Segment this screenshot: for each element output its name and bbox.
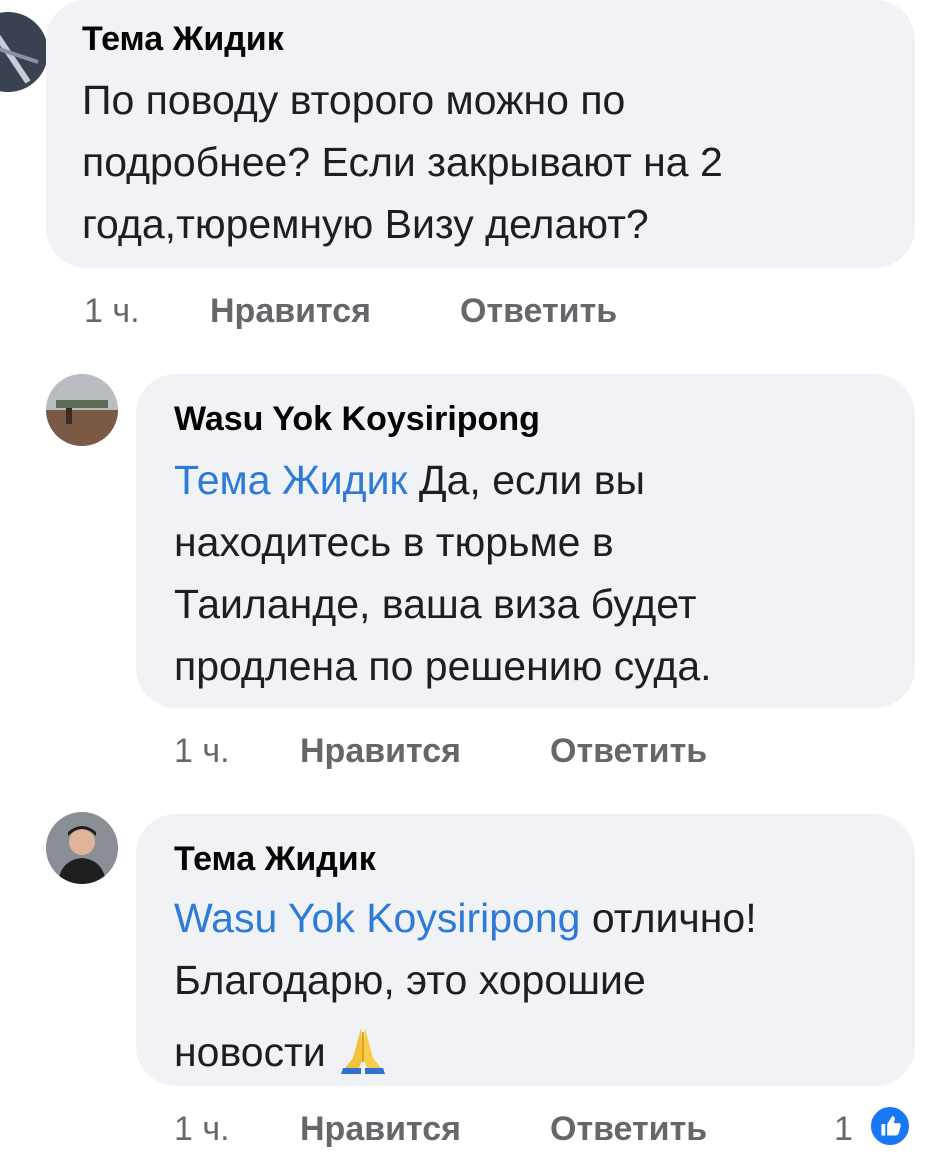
reply-button[interactable]: Ответить — [460, 292, 617, 331]
comment-text-line: Тема Жидик Да, если вы — [174, 460, 645, 501]
reaction-count[interactable]: 1 — [834, 1110, 853, 1149]
comment-text: отлично! — [580, 895, 757, 941]
avatar-photo-icon — [46, 374, 118, 446]
like-button[interactable]: Нравится — [300, 732, 461, 771]
comment-text-line: подробнее? Если закрывают на 2 — [82, 139, 723, 185]
comment-author[interactable]: Тема Жидик — [174, 840, 376, 879]
comment-text-line: новости — [174, 1022, 389, 1074]
comment-text-line: Таиланде, ваша виза будет — [174, 581, 697, 627]
folded-hands-emoji — [337, 1022, 389, 1074]
comment-time[interactable]: 1 ч. — [174, 1110, 230, 1149]
comment-text: новости — [174, 1029, 338, 1075]
avatar[interactable] — [46, 812, 118, 884]
comment-text-line: По поводу второго можно по — [82, 77, 626, 123]
avatar-photo-icon — [0, 12, 48, 92]
comment-text-line: продлена по решению суда. — [174, 643, 712, 689]
reply-button[interactable]: Ответить — [550, 732, 707, 771]
reply-button[interactable]: Ответить — [550, 1110, 707, 1149]
like-button[interactable]: Нравится — [300, 1110, 461, 1149]
comment-text-line: Wasu Yok Koysiripong отлично! — [174, 898, 757, 939]
comment-text: Да, если вы — [407, 457, 645, 503]
comment-time[interactable]: 1 ч. — [174, 732, 230, 771]
avatar[interactable] — [0, 12, 48, 92]
avatar[interactable] — [46, 374, 118, 446]
comment-author[interactable]: Wasu Yok Koysiripong — [174, 400, 540, 439]
comment-text-line: Благодарю, это хорошие — [174, 957, 646, 1003]
like-thumb-icon[interactable] — [868, 1104, 912, 1148]
comment-text-line: года,тюремную Визу делают? — [82, 201, 649, 247]
comment-text-line: находитесь в тюрьме в — [174, 519, 614, 565]
like-button[interactable]: Нравится — [210, 292, 371, 331]
comment-author[interactable]: Тема Жидик — [82, 20, 284, 59]
comment-time[interactable]: 1 ч. — [84, 292, 140, 331]
mention-link[interactable]: Wasu Yok Koysiripong — [174, 895, 580, 941]
avatar-photo-icon — [46, 812, 118, 884]
comments-thread: Тема Жидик По поводу второго можно по по… — [0, 0, 941, 1166]
mention-link[interactable]: Тема Жидик — [174, 457, 407, 503]
